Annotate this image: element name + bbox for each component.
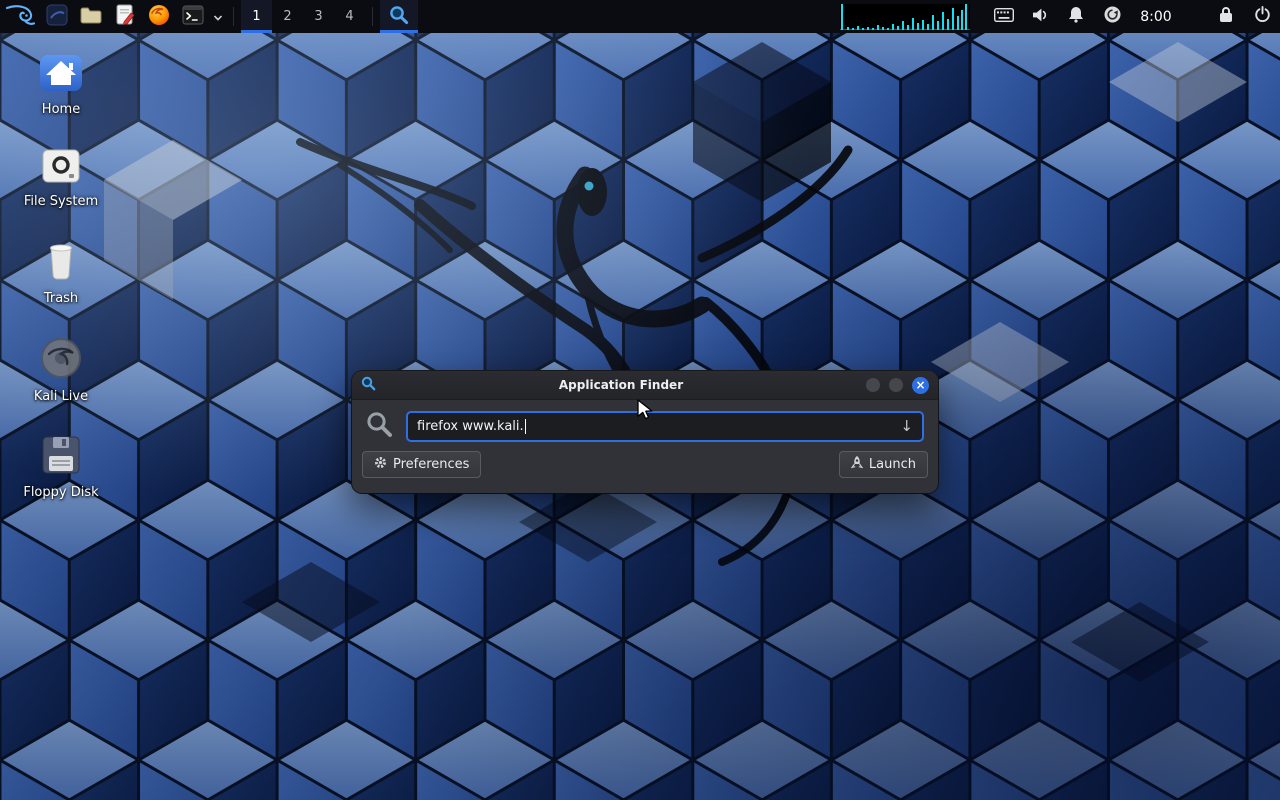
bell-icon [1068, 6, 1084, 27]
text-caret [525, 419, 526, 434]
desktop-icon-label: Trash [44, 292, 78, 306]
search-input[interactable]: firefox www.kali. ↓ [406, 411, 924, 442]
desktop-icon-label: Kali Live [34, 390, 88, 404]
launch-icon [851, 456, 863, 474]
close-button[interactable]: × [912, 377, 929, 394]
minimize-button[interactable] [866, 378, 880, 392]
lock-icon [1219, 6, 1233, 27]
dashboard-launcher[interactable] [40, 0, 74, 33]
text-editor-launcher[interactable] [108, 0, 142, 33]
blue-square-icon [46, 4, 68, 30]
preferences-button[interactable]: Preferences [362, 451, 481, 478]
taskbar-app-finder-button[interactable] [380, 0, 418, 33]
floppy-disk-icon [41, 435, 81, 479]
terminal-icon [182, 5, 204, 29]
desktop-icon-label: Home [42, 103, 80, 117]
notifications-tray-button[interactable] [1058, 0, 1094, 33]
search-query-text: firefox www.kali. [417, 419, 524, 434]
desktop-icon-home[interactable]: Home [17, 54, 105, 117]
updates-tray-button[interactable] [1094, 0, 1130, 33]
terminal-dropdown-button[interactable] [210, 0, 226, 33]
search-row: firefox www.kali. ↓ [352, 400, 938, 450]
desktop-icon-trash[interactable]: Trash [17, 241, 105, 306]
application-finder-window: Application Finder × firefox www.kali. ↓ [352, 371, 938, 493]
workspace-switcher: 1 2 3 4 [241, 0, 365, 33]
folder-icon [80, 6, 102, 28]
kali-menu-button[interactable] [0, 0, 40, 33]
launch-button[interactable]: Launch [839, 451, 928, 478]
dropdown-arrow-icon[interactable]: ↓ [900, 419, 913, 434]
workspace-2[interactable]: 2 [272, 0, 303, 33]
window-title: Application Finder [383, 378, 859, 392]
desktop: Home File System Trash [0, 0, 1280, 800]
desktop-icon-label: Floppy Disk [23, 486, 98, 500]
terminal-launcher[interactable] [176, 0, 210, 33]
workspace-4[interactable]: 4 [334, 0, 365, 33]
chevron-down-icon [213, 7, 223, 26]
desktop-icon-kali-live[interactable]: Kali Live [17, 337, 105, 404]
file-manager-launcher[interactable] [74, 0, 108, 33]
desktop-icons: Home File System Trash [17, 54, 105, 500]
button-row: Preferences Launch [352, 450, 938, 478]
desktop-icon-floppy-disk[interactable]: Floppy Disk [17, 435, 105, 500]
trash-icon [42, 241, 80, 285]
desktop-icon-label: File System [24, 195, 98, 209]
system-monitor-graph[interactable] [840, 0, 970, 33]
clock[interactable]: 8:00 [1130, 0, 1182, 33]
kali-logo-icon [5, 3, 35, 31]
app-finder-taskbar-icon [389, 5, 409, 29]
workspace-1[interactable]: 1 [241, 0, 272, 33]
maximize-button[interactable] [889, 378, 903, 392]
titlebar[interactable]: Application Finder × [352, 371, 938, 400]
kali-live-disc-icon [40, 337, 82, 383]
power-icon [1254, 6, 1271, 27]
keyboard-icon [994, 7, 1014, 26]
speaker-icon [1031, 7, 1049, 27]
keyboard-tray-button[interactable] [986, 0, 1022, 33]
desktop-icon-file-system[interactable]: File System [17, 148, 105, 209]
home-icon [39, 54, 83, 96]
update-circle-icon [1104, 6, 1121, 27]
workspace-3[interactable]: 3 [303, 0, 334, 33]
window-controls: × [866, 377, 929, 394]
panel-separator [233, 7, 234, 26]
preferences-label: Preferences [393, 457, 469, 472]
text-editor-icon [115, 4, 135, 30]
lock-tray-button[interactable] [1208, 0, 1244, 33]
app-finder-window-icon [361, 376, 376, 395]
drive-icon [41, 148, 81, 188]
firefox-icon [148, 4, 170, 30]
logout-tray-button[interactable] [1244, 0, 1280, 33]
launch-label: Launch [869, 457, 916, 472]
panel-separator [372, 7, 373, 26]
top-panel: 1 2 3 4 [0, 0, 1280, 33]
search-icon [366, 411, 393, 442]
gear-icon [374, 456, 387, 473]
volume-tray-button[interactable] [1022, 0, 1058, 33]
firefox-launcher[interactable] [142, 0, 176, 33]
